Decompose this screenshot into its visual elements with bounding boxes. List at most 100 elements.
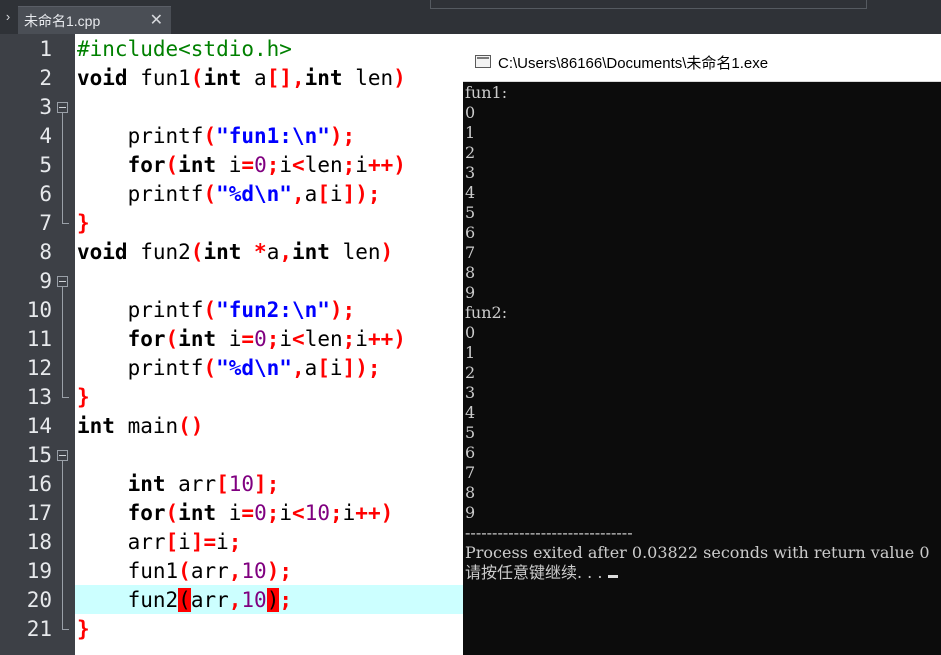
code-token: 10	[304, 501, 330, 525]
line-number: 12	[26, 356, 52, 380]
code-line[interactable]: }	[77, 383, 90, 412]
code-token: =	[241, 501, 255, 525]
code-token: [	[216, 472, 229, 496]
console-line: 3	[465, 163, 941, 183]
code-line[interactable]: printf("%d\n",a[i]);	[77, 180, 381, 209]
fold-toggle-icon[interactable]	[57, 450, 68, 461]
code-token: arr	[190, 559, 229, 583]
fold-guide	[62, 461, 63, 629]
console-title-bar[interactable]: C:\Users\86166\Documents\未命名1.exe	[463, 43, 941, 82]
code-token: }	[77, 617, 90, 641]
code-token: <	[292, 327, 305, 351]
console-line: 4	[465, 183, 941, 203]
console-line: 6	[465, 223, 941, 243]
console-line: 5	[465, 423, 941, 443]
console-line: 7	[465, 243, 941, 263]
code-line[interactable]: printf("%d\n",a[i]);	[77, 354, 381, 383]
code-token: i	[355, 327, 368, 351]
console-text: 6	[465, 443, 476, 462]
tab-nav-icon[interactable]: ›	[0, 6, 16, 28]
code-token: i	[216, 153, 242, 177]
fold-guide	[62, 287, 63, 397]
code-token: ,	[228, 559, 242, 583]
console-line: 2	[465, 363, 941, 383]
console-text: 1	[465, 343, 476, 362]
code-token: ,	[279, 240, 293, 264]
code-token: len	[342, 66, 394, 90]
line-number: 3	[39, 95, 52, 119]
code-line[interactable]: printf("fun1:\n");	[77, 122, 356, 151]
close-icon[interactable]: ✕	[150, 10, 163, 30]
line-number: 20	[26, 588, 52, 612]
code-token: int	[203, 240, 242, 264]
line-number: 17	[26, 501, 52, 525]
code-line[interactable]: arr[i]=i;	[77, 528, 242, 557]
code-token: i	[279, 153, 293, 177]
code-line[interactable]: for(int i=0;i<10;i++)	[77, 499, 394, 528]
code-token: ++)	[355, 501, 394, 525]
code-line[interactable]: #include<stdio.h>	[77, 35, 292, 64]
console-text: 2	[465, 143, 476, 162]
code-token: len	[329, 240, 381, 264]
code-token: i	[279, 501, 293, 525]
code-token: i	[216, 501, 242, 525]
code-token: ;	[279, 588, 293, 612]
code-token: i	[216, 327, 242, 351]
code-token: ]);	[342, 182, 381, 206]
code-token: printf	[77, 298, 204, 322]
line-number: 18	[26, 530, 52, 554]
console-text: fun1:	[465, 83, 508, 102]
code-line[interactable]: fun1(arr,10);	[77, 557, 292, 586]
code-token: for	[127, 327, 166, 351]
console-text: 7	[465, 463, 476, 482]
console-window[interactable]: C:\Users\86166\Documents\未命名1.exe fun1: 0…	[463, 43, 941, 655]
console-line: 1	[465, 123, 941, 143]
code-token: 0	[254, 501, 267, 525]
console-title: C:\Users\86166\Documents\未命名1.exe	[498, 55, 769, 72]
code-token: <	[292, 501, 305, 525]
code-token: [	[165, 530, 179, 554]
code-token: )	[380, 240, 394, 264]
code-token: [	[317, 182, 330, 206]
tab-file[interactable]: 未命名1.cpp ✕	[18, 6, 171, 35]
code-token: <	[292, 153, 305, 177]
code-line[interactable]: void fun2(int *a,int len)	[77, 238, 393, 267]
code-token: ()	[178, 414, 204, 438]
console-text: 5	[465, 203, 476, 222]
console-line: Process exited after 0.03822 seconds wit…	[465, 543, 941, 563]
code-token: (	[165, 153, 179, 177]
code-line[interactable]: int main()	[77, 412, 203, 441]
code-token: for	[127, 153, 166, 177]
code-line[interactable]: }	[77, 615, 90, 644]
code-token: (	[165, 501, 179, 525]
code-line[interactable]: }	[77, 209, 90, 238]
code-line[interactable]: printf("fun2:\n");	[77, 296, 356, 325]
code-token: main	[114, 414, 179, 438]
code-token: (	[203, 298, 217, 322]
console-text: 0	[465, 103, 476, 122]
code-token: ;	[329, 501, 343, 525]
code-token: a	[241, 66, 267, 90]
line-number: 10	[26, 298, 52, 322]
console-text: Process exited after 0.03822 seconds wit…	[465, 543, 930, 562]
console-text: 1	[465, 123, 476, 142]
code-line[interactable]: for(int i=0;i<len;i++)	[77, 325, 406, 354]
code-line[interactable]: int arr[10];	[77, 470, 280, 499]
code-token: ;	[228, 530, 242, 554]
fold-end-marker	[62, 223, 69, 224]
code-line[interactable]: void fun1(int a[],int len)	[77, 64, 406, 93]
code-line[interactable]: for(int i=0;i<len;i++)	[77, 151, 406, 180]
code-token: a	[304, 182, 318, 206]
code-token: "%d\n"	[216, 356, 292, 380]
fold-toggle-icon[interactable]	[57, 276, 68, 287]
code-token: (	[203, 182, 217, 206]
code-token: i	[216, 530, 229, 554]
console-line: 6	[465, 443, 941, 463]
console-text: 4	[465, 183, 476, 202]
fold-toggle-icon[interactable]	[57, 102, 68, 113]
code-line[interactable]: fun2(arr,10);	[77, 586, 292, 615]
code-token: [	[317, 356, 330, 380]
code-token: printf	[77, 124, 204, 148]
